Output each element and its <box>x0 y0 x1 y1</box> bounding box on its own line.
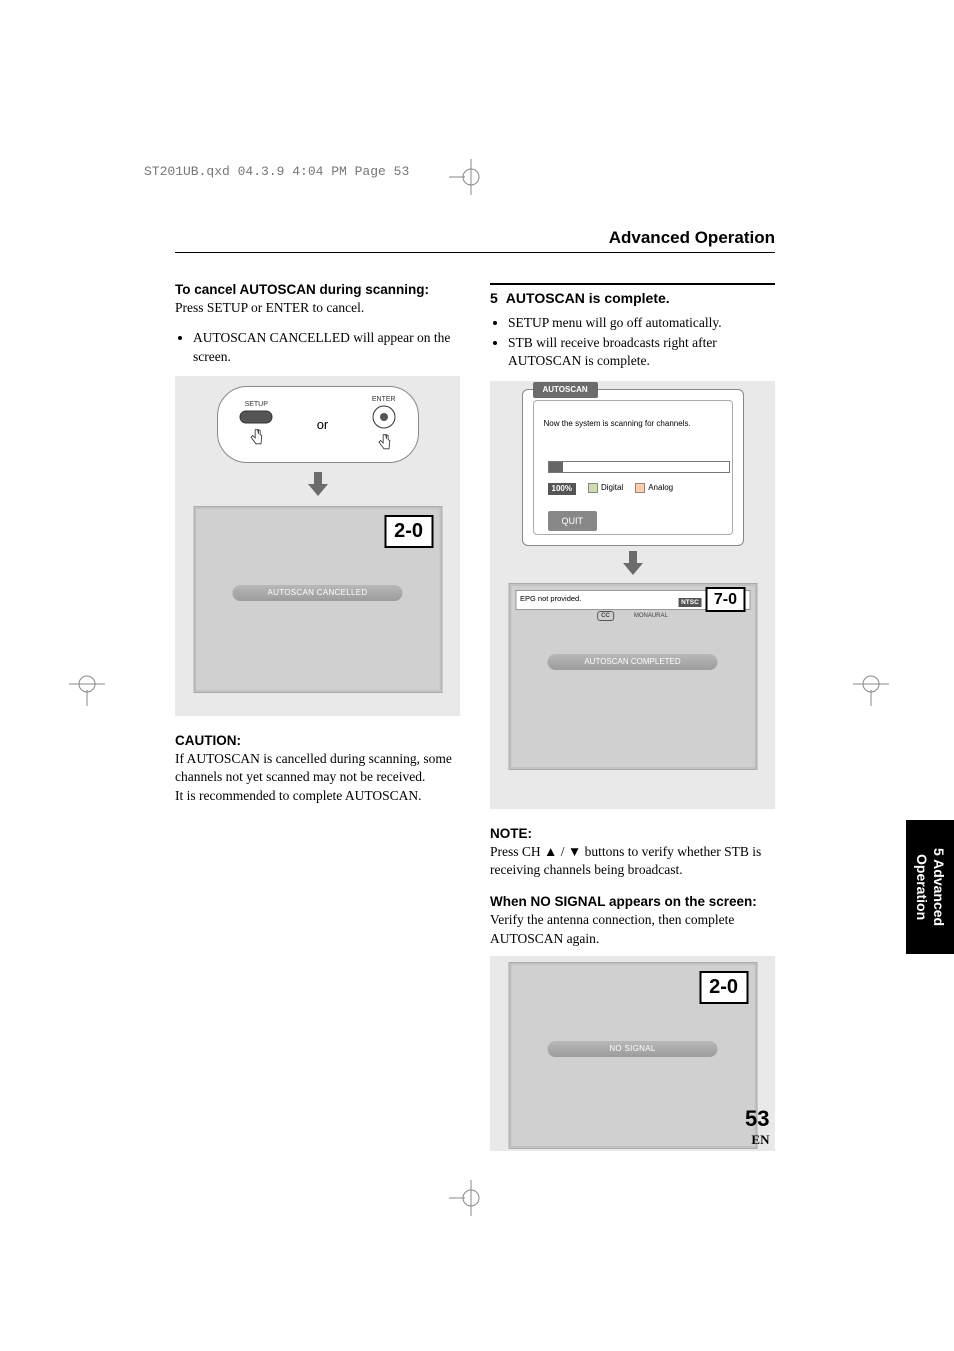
page-language: EN <box>745 1132 769 1148</box>
print-job-header: ST201UB.qxd 04.3.9 4:04 PM Page 53 <box>144 164 409 179</box>
crop-mark-icon <box>853 670 889 706</box>
caution-label: CAUTION: <box>175 733 241 748</box>
enter-button-illustration: ENTER <box>372 396 396 453</box>
cancel-body: Press SETUP or ENTER to cancel. <box>175 299 460 317</box>
crop-mark-icon <box>449 159 485 195</box>
note-body: Press CH ▲ / ▼ buttons to verify whether… <box>490 843 775 879</box>
tv-screen: 2-0 AUTOSCAN CANCELLED <box>193 506 442 693</box>
hand-icon <box>247 428 265 448</box>
channel-number: 7-0 <box>706 587 745 613</box>
monaural-label: MONAURAL <box>634 612 668 620</box>
page-footer: 53 EN <box>745 1106 769 1148</box>
step-title: AUTOSCAN is complete. <box>506 289 670 308</box>
down-arrow-icon <box>304 470 332 509</box>
ntsc-badge: NTSC <box>678 598 702 607</box>
autoscan-dialog: AUTOSCAN Now the system is scanning for … <box>522 389 744 546</box>
crop-mark-icon <box>449 1180 485 1216</box>
side-tab-line1: 5 Advanced <box>931 848 947 926</box>
side-tab: 5 Advanced Operation <box>906 820 954 954</box>
analog-label: Analog <box>648 484 673 493</box>
figure-cancel: SETUP or ENTER 2-0 AUTOSCA <box>175 376 460 716</box>
or-label: or <box>317 416 329 434</box>
setup-label: SETUP <box>245 401 268 408</box>
step-number: 5 <box>490 289 498 308</box>
tv-screen: 2-0 NO SIGNAL <box>508 962 757 1149</box>
step-bullet-1: SETUP menu will go off automatically. <box>508 314 775 332</box>
caution-text-2: It is recommended to complete AUTOSCAN. <box>175 787 460 805</box>
channel-number: 2-0 <box>699 971 748 1004</box>
progress-bar <box>548 461 730 473</box>
dialog-tab: AUTOSCAN <box>533 382 598 399</box>
epg-text: EPG not provided. <box>520 594 581 604</box>
down-arrow-icon <box>619 549 647 588</box>
section-title: Advanced Operation <box>175 228 775 253</box>
caution-text-1: If AUTOSCAN is cancelled during scanning… <box>175 750 460 786</box>
page-number: 53 <box>745 1106 769 1132</box>
channel-number: 2-0 <box>384 515 433 548</box>
crop-mark-icon <box>69 670 105 706</box>
setup-button-illustration: SETUP <box>239 401 273 448</box>
note-label: NOTE: <box>490 826 532 841</box>
figure-nosignal: 2-0 NO SIGNAL <box>490 956 775 1151</box>
nosignal-heading: When NO SIGNAL appears on the screen: <box>490 893 775 911</box>
cancel-heading: To cancel AUTOSCAN during scanning: <box>175 281 460 299</box>
right-column: 5 AUTOSCAN is complete. SETUP menu will … <box>490 281 775 1151</box>
cc-icon: CC <box>597 611 614 621</box>
step-bullet-2: STB will receive broadcasts right after … <box>508 334 775 370</box>
dialog-message: Now the system is scanning for channels. <box>544 419 722 430</box>
step-rule <box>490 283 775 285</box>
osd-banner: NO SIGNAL <box>548 1041 718 1057</box>
digital-label: Digital <box>601 484 623 493</box>
hand-icon <box>375 433 393 453</box>
tv-screen: EPG not provided. NTSC 7-0 CC MONAURAL A… <box>508 583 757 770</box>
nosignal-body: Verify the antenna connection, then comp… <box>490 911 775 947</box>
remote-buttons: SETUP or ENTER <box>217 386 419 463</box>
osd-banner: AUTOSCAN CANCELLED <box>233 585 403 601</box>
enter-label: ENTER <box>372 396 396 403</box>
side-tab-line2: Operation <box>914 854 930 920</box>
cancel-bullet: AUTOSCAN CANCELLED will appear on the sc… <box>193 329 460 365</box>
quit-button: QUIT <box>548 511 598 531</box>
progress-percent: 100% <box>548 483 576 496</box>
figure-complete: AUTOSCAN Now the system is scanning for … <box>490 381 775 809</box>
left-column: To cancel AUTOSCAN during scanning: Pres… <box>175 281 460 1151</box>
osd-banner: AUTOSCAN COMPLETED <box>548 654 718 670</box>
